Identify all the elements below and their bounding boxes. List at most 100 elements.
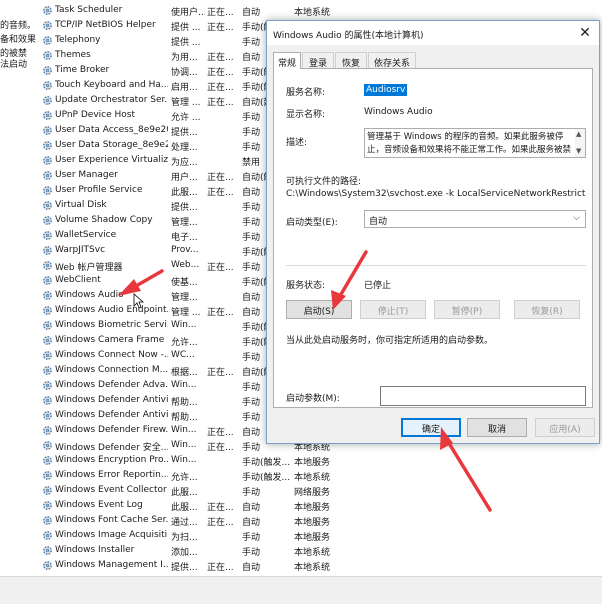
cell-desc: Win... bbox=[171, 440, 197, 450]
path-value[interactable]: C:\Windows\System32\svchost.exe -k Local… bbox=[286, 189, 586, 199]
gear-icon bbox=[42, 50, 53, 61]
cell-status: 正在... bbox=[207, 173, 234, 183]
gear-icon bbox=[42, 485, 53, 496]
path-label: 可执行文件的路径: bbox=[286, 177, 362, 187]
cell-name: Touch Keyboard and Ha... bbox=[55, 80, 168, 90]
divider bbox=[286, 265, 586, 266]
cell-status: 正在... bbox=[207, 188, 234, 198]
cell-status: 正在... bbox=[207, 518, 234, 528]
gear-icon bbox=[42, 35, 53, 46]
cell-status: 正在... bbox=[207, 563, 234, 572]
cell-logon: 本地系统 bbox=[294, 8, 331, 18]
description-label: 描述: bbox=[286, 138, 308, 148]
scroll-up-icon[interactable]: ▲ bbox=[576, 130, 581, 138]
cell-desc: 为应... bbox=[171, 158, 198, 168]
cell-desc: 添加... bbox=[171, 548, 198, 558]
start-button[interactable]: 启动(S) bbox=[286, 300, 352, 319]
cell-desc: 根据... bbox=[171, 368, 198, 378]
tab-logon[interactable]: 登录 bbox=[302, 52, 334, 69]
cell-name: User Profile Service bbox=[55, 185, 143, 195]
display-name-value[interactable]: Windows Audio bbox=[364, 107, 433, 117]
cell-desc: Win... bbox=[171, 320, 197, 330]
close-icon[interactable]: ✕ bbox=[575, 23, 595, 43]
startup-type-value: 自动 bbox=[369, 217, 388, 227]
apply-button[interactable]: 应用(A) bbox=[535, 418, 595, 437]
cell-status: 正在... bbox=[207, 368, 234, 378]
tab-dependencies[interactable]: 依存关系 bbox=[368, 52, 416, 69]
cell-name: Virtual Disk bbox=[55, 200, 107, 210]
table-row[interactable]: Task Scheduler 使用户... 正在... 自动 本地系统 bbox=[42, 3, 342, 18]
cell-desc: 协调... bbox=[171, 68, 198, 78]
cell-logon: 本地服务 bbox=[294, 458, 331, 468]
gear-icon bbox=[42, 380, 53, 391]
cell-name: Telephony bbox=[55, 35, 101, 45]
cell-name: Windows Defender 安全... bbox=[55, 443, 168, 453]
cell-logon: 本地系统 bbox=[294, 473, 331, 483]
table-row[interactable]: Windows Font Cache Ser... 通过... 正在... 自动 本地服… bbox=[42, 513, 342, 528]
table-row[interactable]: Windows Event Log 此服... 正在... 自动 本地服务 bbox=[42, 498, 342, 513]
table-row[interactable]: Windows Image Acquisiti... 为扫... 手动 本地服务 bbox=[42, 528, 342, 543]
resume-button[interactable]: 恢复(R) bbox=[514, 300, 580, 319]
description-pane: 的音频。 备和效果 的被禁 法启动 bbox=[0, 0, 40, 580]
startup-type-select[interactable]: 自动 ⌵ bbox=[364, 210, 586, 228]
gear-icon bbox=[42, 200, 53, 211]
cell-name: Windows Installer bbox=[55, 545, 135, 555]
table-row[interactable]: Windows Installer 添加... 手动 本地系统 bbox=[42, 543, 342, 558]
dialog-titlebar[interactable]: Windows Audio 的属性(本地计算机) ✕ bbox=[267, 21, 599, 45]
service-name-label: 服务名称: bbox=[286, 88, 326, 98]
gear-icon bbox=[42, 215, 53, 226]
cell-name: Windows Audio bbox=[55, 290, 124, 300]
gear-icon bbox=[42, 125, 53, 136]
cell-name: Windows Defender Antivi... bbox=[55, 395, 168, 405]
cell-name: TCP/IP NetBIOS Helper bbox=[55, 20, 156, 30]
description-textbox[interactable]: 管理基于 Windows 的程序的音频。如果此服务被停止，音频设备和效果将不能正… bbox=[364, 128, 586, 158]
cell-desc: 启用... bbox=[171, 83, 198, 93]
cell-name: Windows Defender Adva... bbox=[55, 380, 168, 390]
cell-desc: 为扫... bbox=[171, 533, 198, 543]
cell-startup: 自动 bbox=[242, 503, 261, 513]
cell-name: User Data Storage_8e9e20 bbox=[55, 140, 168, 150]
gear-icon bbox=[42, 305, 53, 316]
ok-button[interactable]: 确定 bbox=[401, 418, 461, 437]
cell-name: Task Scheduler bbox=[55, 5, 123, 15]
pause-button[interactable]: 暂停(P) bbox=[434, 300, 500, 319]
cell-desc: Win... bbox=[171, 425, 197, 435]
cell-desc: 用户... bbox=[171, 173, 198, 183]
service-name-value[interactable]: Audiosrv bbox=[364, 84, 408, 96]
tab-general[interactable]: 常规 bbox=[273, 52, 301, 69]
table-row[interactable]: Windows Encryption Pro... Win... 手动(触发... 本… bbox=[42, 453, 342, 468]
cell-status: 正在... bbox=[207, 53, 234, 63]
table-row[interactable]: Windows Error Reportin... 允许... 手动(触发... 本地… bbox=[42, 468, 342, 483]
cell-status: 正在... bbox=[207, 308, 234, 318]
start-params-input[interactable] bbox=[380, 386, 586, 406]
gear-icon bbox=[42, 80, 53, 91]
cell-name: Web 帐户管理器 bbox=[55, 263, 123, 273]
table-row[interactable]: Windows Event Collector 此服... 手动 网络服务 bbox=[42, 483, 342, 498]
stop-button[interactable]: 停止(T) bbox=[360, 300, 426, 319]
gear-icon bbox=[42, 410, 53, 421]
gear-icon bbox=[42, 290, 53, 301]
cell-logon: 本地服务 bbox=[294, 518, 331, 528]
gear-icon bbox=[42, 275, 53, 286]
tab-recovery[interactable]: 恢复 bbox=[335, 52, 367, 69]
cell-status: 正在... bbox=[207, 23, 234, 33]
gear-icon bbox=[42, 260, 53, 271]
gear-icon bbox=[42, 320, 53, 331]
scroll-down-icon[interactable]: ▼ bbox=[576, 147, 581, 155]
cell-startup: 自动 bbox=[242, 8, 261, 18]
cancel-button[interactable]: 取消 bbox=[467, 418, 527, 437]
gear-icon bbox=[42, 530, 53, 541]
gear-icon bbox=[42, 185, 53, 196]
cell-status: 正在... bbox=[207, 8, 234, 18]
cell-desc: Web... bbox=[171, 260, 200, 270]
table-row[interactable]: Windows Management I... 提供... 正在... 自动 本地系统 bbox=[42, 558, 342, 572]
cell-name: WebClient bbox=[55, 275, 101, 285]
gear-icon bbox=[42, 140, 53, 151]
cell-desc: 帮助... bbox=[171, 398, 198, 408]
cell-desc: 提供 ... bbox=[171, 38, 201, 48]
cell-desc: 允许... bbox=[171, 473, 198, 483]
cell-desc: Win... bbox=[171, 455, 197, 465]
cell-name: Windows Font Cache Ser... bbox=[55, 515, 168, 525]
description-fragment: 的音频。 bbox=[0, 21, 37, 31]
description-scrollbar[interactable]: ▲ ▼ bbox=[575, 129, 585, 157]
